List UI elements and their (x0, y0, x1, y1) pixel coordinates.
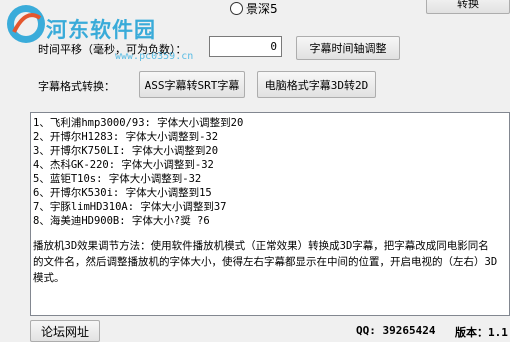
timeline-adjust-button[interactable]: 字幕时间轴调整 (296, 36, 400, 60)
pc-3d-to-2d-button[interactable]: 电脑格式字幕3D转2D (257, 71, 376, 98)
list-item: 2、开博尔H1283: 字体大小调整到-32 (33, 131, 219, 143)
timeshift-label: 时间平移（毫秒，可为负数）： (38, 43, 187, 56)
device-list: 1、飞利浦hmp3000/93: 字体大小调整到20 2、开博尔H1283: 字… (31, 113, 509, 228)
list-item: 1、飞利浦hmp3000/93: 字体大小调整到20 (33, 117, 244, 129)
radio-depth5-label: 景深5 (246, 2, 278, 16)
radio-circle-icon (230, 2, 243, 15)
list-item: 3、开博尔K750LI: 字体大小调整到20 (33, 145, 219, 157)
list-item: 4、杰科GK-220: 字体大小调整到-32 (33, 159, 214, 171)
list-item: 5、蓝钜T10s: 字体大小调整到-32 (33, 173, 202, 185)
timeshift-input[interactable] (209, 36, 282, 57)
convert-button[interactable]: 转换 (426, 0, 510, 14)
watermark-title: 河东软件园 (46, 18, 156, 42)
forum-link-button[interactable]: 论坛网址 (30, 320, 100, 342)
qq-number: QQ: 39265424 (356, 324, 436, 337)
site-logo-icon (7, 5, 45, 43)
instructions-paragraph: 播放机3D效果调节方法：使用软件播放机模式（正常效果）转换成3D字幕，把字幕改成… (33, 240, 498, 284)
radio-depth5[interactable]: 景深5 (230, 0, 278, 17)
notes-textarea[interactable]: 1、飞利浦hmp3000/93: 字体大小调整到20 2、开博尔H1283: 字… (30, 112, 510, 316)
ass-to-srt-button[interactable]: ASS字幕转SRT字幕 (139, 71, 245, 98)
version-label: 版本：1.1 (455, 326, 508, 339)
format-label: 字幕格式转换： (38, 80, 115, 93)
list-item: 6、开博尔K530i: 字体大小调整到15 (33, 187, 212, 199)
list-item: 8、海美迪HD900B: 字体大小?奨 ?6 (33, 215, 210, 227)
list-item: 7、宇豚limHD310A: 字体大小调整到37 (33, 201, 227, 213)
